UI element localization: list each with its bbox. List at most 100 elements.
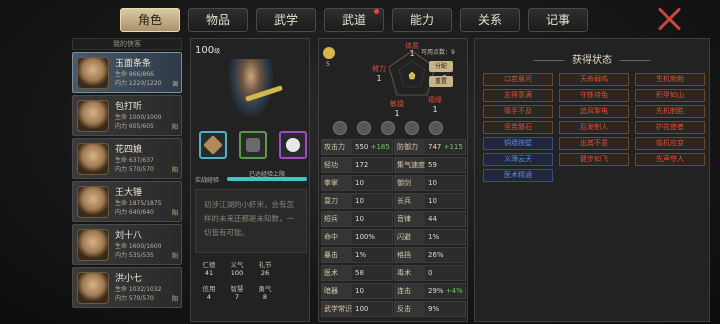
hero-hp: 生命 1032/1032 bbox=[115, 286, 162, 293]
stat-name: 集气速度 bbox=[395, 158, 425, 172]
radar-label-fortune: 福缘 bbox=[428, 95, 442, 104]
status-tag[interactable]: 护花使者 bbox=[635, 121, 705, 134]
stat-row: 轻功 172 集气速度 59 bbox=[321, 157, 467, 173]
status-tag[interactable]: 口若悬河 bbox=[483, 73, 553, 86]
status-tag[interactable]: 义薄云天 bbox=[483, 153, 553, 166]
virtue-name: 仁德 bbox=[202, 261, 216, 269]
stat-name: 格挡 bbox=[395, 248, 425, 262]
hero-card[interactable]: 包打听 生命 1000/1000 内力 605/605 阳 bbox=[72, 95, 182, 136]
stat-name: 轻功 bbox=[322, 158, 352, 172]
avatar bbox=[77, 57, 109, 89]
status-tag[interactable]: 先机制胜 bbox=[635, 105, 705, 118]
stat-cell: 闪避 1% bbox=[394, 229, 466, 245]
status-tag[interactable]: 临机应变 bbox=[635, 137, 705, 150]
hero-card[interactable]: 刘十八 生命 1600/1600 内力 535/535 阳 bbox=[72, 224, 182, 265]
status-tag[interactable]: 天命弱鸡 bbox=[559, 73, 629, 86]
notification-dot bbox=[374, 9, 379, 14]
stat-value: 0 bbox=[428, 269, 433, 277]
status-title: 获得状态 bbox=[475, 51, 709, 66]
hero-hp: 生命 637/637 bbox=[115, 157, 154, 164]
hero-tag: 阳 bbox=[171, 167, 178, 174]
skill-slot[interactable] bbox=[381, 121, 395, 135]
stat-name: 攻击力 bbox=[322, 140, 352, 154]
tab-2[interactable]: 武学 bbox=[256, 8, 316, 32]
stat-cell: 长兵 10 bbox=[394, 193, 466, 209]
stat-name: 音律 bbox=[395, 212, 425, 226]
virtue-name: 礼节 bbox=[258, 261, 272, 269]
stat-cell: 暴击 1% bbox=[321, 247, 393, 263]
stat-name: 命中 bbox=[322, 230, 352, 244]
skill-slot[interactable] bbox=[405, 121, 419, 135]
hero-list-header: 我的侠客 bbox=[72, 38, 182, 50]
equip-slot-armor[interactable] bbox=[239, 131, 267, 159]
virtue-cell: 礼节 26 bbox=[251, 259, 279, 277]
character-bio: 初涉江湖的小虾米，会有怎样的未来还都是未知数，一切皆有可能。 bbox=[195, 189, 307, 253]
tab-3[interactable]: 武道 bbox=[324, 8, 384, 32]
stat-value: 172 bbox=[355, 161, 369, 169]
status-tag[interactable]: 铜墙铁壁 bbox=[483, 137, 553, 150]
status-tag[interactable]: 健步如飞 bbox=[559, 153, 629, 166]
stat-value: 10 bbox=[428, 179, 437, 187]
status-tag[interactable]: 后发制人 bbox=[559, 121, 629, 134]
close-icon[interactable] bbox=[656, 6, 682, 32]
equip-slot-weapon[interactable] bbox=[199, 131, 227, 159]
stat-table: 攻击力 550 +185 防御力 747 +115 轻功 172 集气速度 59 拳掌 10 … bbox=[321, 139, 467, 319]
skill-slot[interactable] bbox=[333, 121, 347, 135]
tab-5[interactable]: 关系 bbox=[460, 8, 520, 32]
virtue-cell bbox=[279, 259, 307, 277]
status-tag[interactable]: 追风掣电 bbox=[559, 105, 629, 118]
avatar bbox=[77, 100, 109, 132]
hero-card[interactable]: 玉面条条 生命 866/866 内力 1220/1220 调 bbox=[72, 52, 182, 93]
hero-card[interactable]: 王大锤 生命 1875/1875 内力 640/640 阳 bbox=[72, 181, 182, 222]
status-tag[interactable]: 坚若磐石 bbox=[483, 121, 553, 134]
status-tag[interactable]: 守株待兔 bbox=[559, 89, 629, 102]
virtue-cell: 勇气 8 bbox=[251, 283, 279, 301]
radar-value-strength: 1 bbox=[376, 74, 381, 83]
radar-value-fortune: 1 bbox=[432, 105, 437, 114]
stat-cell: 毒术 0 bbox=[394, 265, 466, 281]
status-grid: 口若悬河 天命弱鸡 生机勃勃志得意满 守株待兔 积甲如山猜手不及 追风掣电 先机制胜坚若磐石… bbox=[483, 73, 705, 182]
radar-value-agility: 1 bbox=[394, 109, 399, 117]
stat-cell: 格挡 26% bbox=[394, 247, 466, 263]
stat-cell: 拳掌 10 bbox=[321, 175, 393, 191]
stat-value: 58 bbox=[355, 269, 364, 277]
equip-slot-accessory[interactable] bbox=[279, 131, 307, 159]
tab-4[interactable]: 能力 bbox=[392, 8, 452, 32]
exp-bar bbox=[227, 177, 307, 181]
stat-row: 命中 100% 闪避 1% bbox=[321, 229, 467, 245]
stat-cell: 集气速度 59 bbox=[394, 157, 466, 173]
status-tag[interactable]: 先声夺人 bbox=[635, 153, 705, 166]
skill-slot[interactable] bbox=[429, 121, 443, 135]
hero-name: 玉面条条 bbox=[115, 59, 152, 69]
hero-card[interactable]: 花四娘 生命 637/637 内力 570/570 阳 bbox=[72, 138, 182, 179]
status-tag[interactable]: 猜手不及 bbox=[483, 105, 553, 118]
stat-value: 44 bbox=[428, 215, 437, 223]
avatar bbox=[77, 186, 109, 218]
status-tag[interactable]: 出其不意 bbox=[559, 137, 629, 150]
stat-bonus: +115 bbox=[443, 143, 463, 151]
tab-6[interactable]: 记事 bbox=[528, 8, 588, 32]
exp-bar-fill bbox=[227, 177, 307, 181]
tab-0[interactable]: 角色 bbox=[120, 8, 180, 32]
hero-hp: 生命 1000/1000 bbox=[115, 114, 162, 121]
stat-row: 拳掌 10 御剑 10 bbox=[321, 175, 467, 191]
stat-value: 747 +115 bbox=[428, 143, 463, 151]
stat-row: 攻击力 550 +185 防御力 747 +115 bbox=[321, 139, 467, 155]
status-tag[interactable]: 积甲如山 bbox=[635, 89, 705, 102]
hero-tag: 阳 bbox=[171, 124, 178, 131]
status-tag[interactable]: 志得意满 bbox=[483, 89, 553, 102]
status-tag[interactable]: 医术精通 bbox=[483, 169, 553, 182]
assign-button[interactable]: 分配 bbox=[429, 61, 453, 72]
tab-1[interactable]: 物品 bbox=[188, 8, 248, 32]
stat-cell: 轻功 172 bbox=[321, 157, 393, 173]
top-tabs: 角色 物品 武学 武道 能力 关系 记事 bbox=[120, 8, 588, 32]
stat-name: 闪避 bbox=[395, 230, 425, 244]
stat-cell: 音律 44 bbox=[394, 211, 466, 227]
stat-bonus: +185 bbox=[370, 143, 390, 151]
status-tag[interactable]: 生机勃勃 bbox=[635, 73, 705, 86]
hero-card[interactable]: 洪小七 生命 1032/1032 内力 570/570 阳 bbox=[72, 267, 182, 308]
reset-button[interactable]: 重置 bbox=[429, 76, 453, 87]
skill-slot[interactable] bbox=[357, 121, 371, 135]
hero-mp: 内力 570/570 bbox=[115, 166, 154, 173]
stat-value: 59 bbox=[428, 161, 437, 169]
